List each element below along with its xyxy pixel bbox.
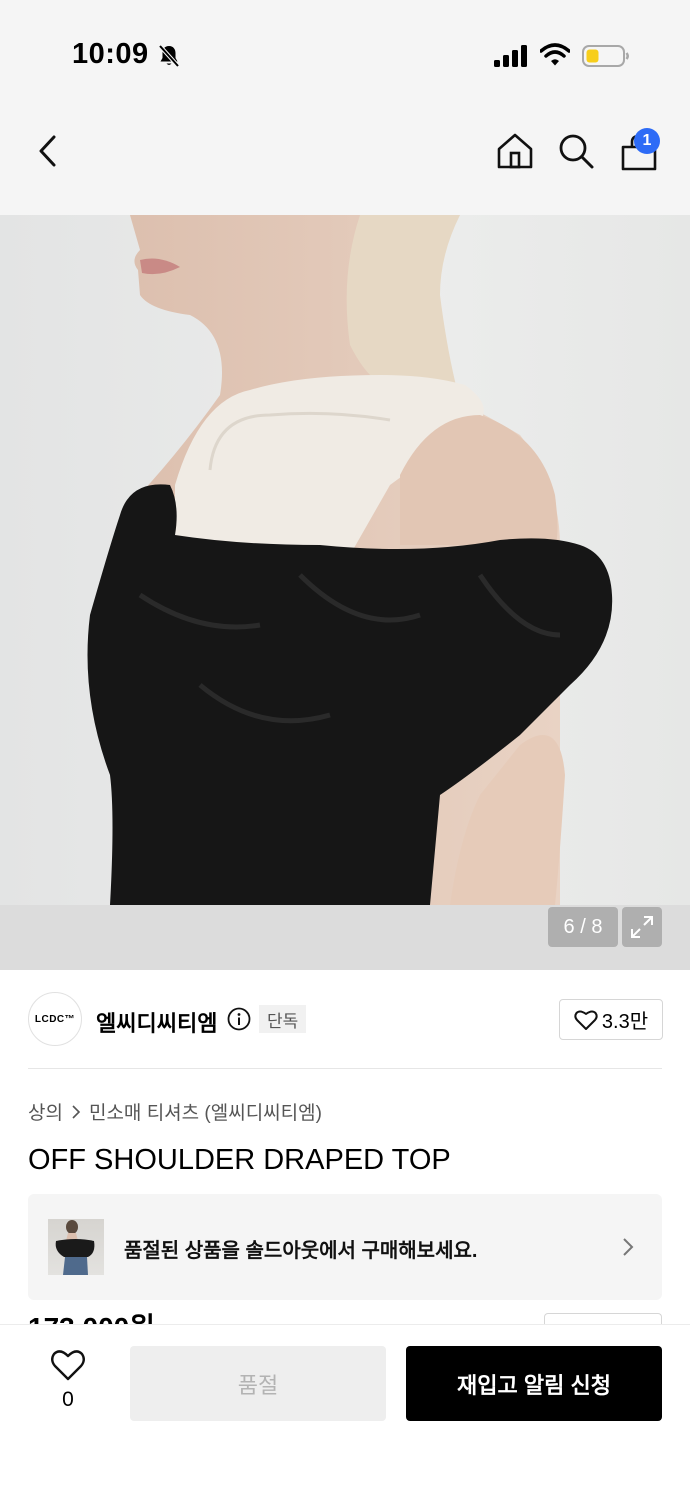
banner-thumbnail: [48, 1219, 104, 1275]
info-icon[interactable]: [227, 1007, 251, 1031]
breadcrumb: 상의 민소매 티셔츠 (엘씨디씨티엠): [28, 1098, 322, 1125]
wish-count: 0: [62, 1388, 74, 1411]
chevron-right-icon: [623, 1238, 634, 1256]
soldout-banner-text: 품절된 상품을 솔드아웃에서 구매해보세요.: [124, 1240, 478, 1262]
home-icon[interactable]: [496, 132, 534, 170]
status-time: 10:09: [72, 38, 149, 70]
brand-logo[interactable]: LCDC™: [28, 992, 82, 1046]
wifi-icon: [540, 43, 570, 66]
banner-thumbnail-image: [55, 1220, 95, 1275]
expand-button[interactable]: [622, 907, 662, 947]
soldout-button[interactable]: 품절: [130, 1346, 386, 1421]
exclusive-badge: 단독: [259, 1005, 307, 1033]
brand-like-count: 3.3만: [601, 1011, 649, 1033]
search-icon[interactable]: [557, 132, 595, 170]
soldout-banner[interactable]: 품절된 상품을 솔드아웃에서 구매해보세요.: [28, 1194, 662, 1300]
heart-icon: [574, 1010, 598, 1030]
breadcrumb-category[interactable]: 상의: [28, 1098, 63, 1125]
price: 173,000원: [28, 1310, 155, 1324]
brand-like-button[interactable]: 3.3만: [559, 999, 663, 1040]
chevron-right-icon: [72, 1104, 81, 1119]
back-icon[interactable]: [34, 132, 64, 170]
coupon-button[interactable]: [544, 1313, 662, 1324]
product-image[interactable]: [0, 215, 690, 905]
image-counter: 6 / 8: [548, 907, 618, 947]
battery-icon: [582, 45, 629, 67]
status-bar: 10:09: [0, 0, 690, 100]
product-title: OFF SHOULDER DRAPED TOP: [28, 1144, 451, 1176]
brand-logo-text: LCDC™: [34, 1013, 76, 1025]
restock-alert-button[interactable]: 재입고 알림 신청: [406, 1346, 662, 1421]
bell-muted-icon: [158, 44, 180, 68]
product-photo: [87, 215, 613, 905]
signal-icon: [494, 45, 527, 67]
top-nav-bar: 1: [0, 100, 690, 215]
cart-count-badge: 1: [634, 128, 660, 154]
expand-icon: [631, 916, 653, 938]
brand-name[interactable]: 엘씨디씨티엠: [96, 1006, 217, 1038]
breadcrumb-subcategory[interactable]: 민소매 티셔츠 (엘씨디씨티엠): [89, 1098, 322, 1125]
heart-icon[interactable]: [50, 1347, 86, 1383]
divider: [28, 1068, 662, 1069]
